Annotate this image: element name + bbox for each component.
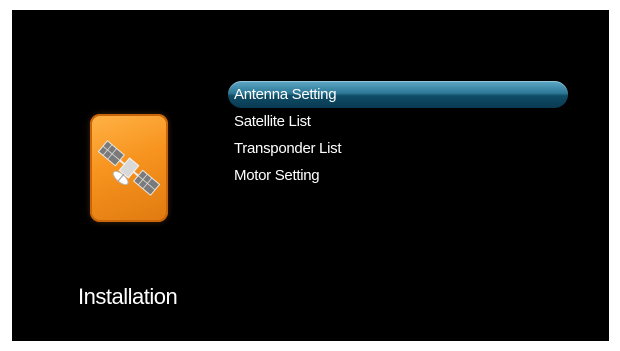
installation-menu: Antenna Setting Satellite List Transpond…: [228, 81, 568, 189]
menu-item-motor-setting[interactable]: Motor Setting: [228, 162, 568, 189]
menu-item-transponder-list[interactable]: Transponder List: [228, 135, 568, 162]
page-title: Installation: [78, 284, 178, 309]
menu-item-antenna-setting[interactable]: Antenna Setting: [228, 81, 568, 108]
satellite-icon: [97, 140, 161, 196]
cropped-header-text: ▬▬▬▬▬ ▬▬ ▬▬▬▬▬▬▬: [32, 10, 392, 11]
tv-screen: ▬▬▬▬▬ ▬▬ ▬▬▬▬▬▬▬: [12, 10, 609, 341]
menu-item-satellite-list[interactable]: Satellite List: [228, 108, 568, 135]
installation-tile: [90, 114, 168, 222]
